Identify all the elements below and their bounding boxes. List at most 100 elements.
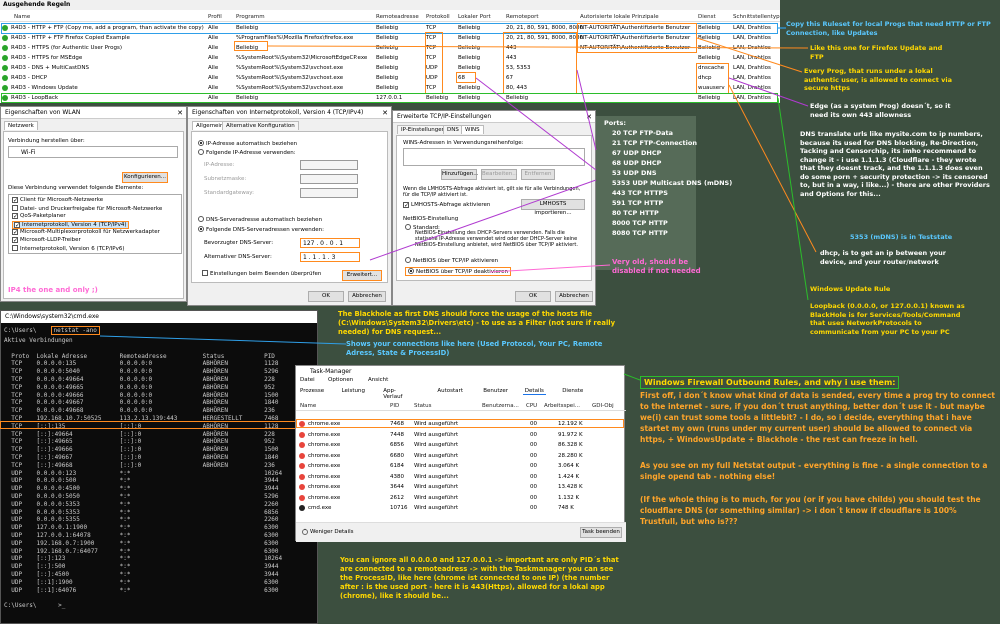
rule-cell: Alle — [208, 35, 219, 41]
tm-col-cpu[interactable]: CPU — [526, 401, 537, 411]
fewer-details[interactable]: ˄ Weniger Details — [302, 529, 353, 535]
col-service[interactable]: Dienst — [698, 12, 716, 22]
pref-dns-field[interactable]: 127 . 0 . 0 . 1 — [300, 238, 360, 248]
menu-item[interactable]: Datei — [300, 377, 315, 383]
col-principals[interactable]: Autorisierte lokale Prinzipale — [580, 12, 659, 22]
gateway-field[interactable] — [300, 188, 358, 198]
table-row[interactable]: R4D3 - HTTPS for MSEdge Alle %SystemRoot%\… — [0, 54, 780, 63]
tm-col-memory[interactable]: Arbeitsspei... — [544, 401, 580, 411]
element-item[interactable]: Datei- und Druckerfreigabe für Microsoft… — [12, 205, 162, 212]
tm-col-user[interactable]: Benutzerna... — [482, 401, 519, 411]
advanced-button[interactable]: Erweitert... — [342, 270, 382, 281]
close-icon[interactable]: ✕ — [586, 111, 592, 123]
close-icon[interactable]: ✕ — [177, 107, 183, 119]
end-task-button[interactable]: Task beenden — [580, 527, 622, 538]
validate-checkbox[interactable]: Einstellungen beim Beenden überprüfen — [202, 270, 321, 277]
tab-leistung[interactable]: Leistung — [340, 388, 367, 394]
configure-button[interactable]: Konfigurieren... — [122, 172, 168, 183]
remove-button[interactable]: Entfernen — [521, 169, 555, 180]
process-cell: 1.424 K — [558, 473, 580, 480]
port-item: 80 TCP HTTP — [612, 209, 659, 217]
element-item[interactable]: Internetprotokoll, Version 6 (TCP/IPv6) — [12, 245, 125, 252]
col-name[interactable]: Name — [14, 12, 30, 22]
tab-dienste[interactable]: Dienste — [560, 388, 585, 394]
col-program[interactable]: Programm — [236, 12, 265, 22]
tab-wins[interactable]: WINS — [461, 125, 484, 134]
process-row[interactable]: chrome.exe 7448 Wird ausgeführt 00 91.972 K — [296, 431, 626, 440]
add-button[interactable]: Hinzufügen... — [441, 169, 479, 180]
note-ipv4: IP4 the one and only ;) — [8, 286, 98, 294]
element-item[interactable]: ✓ Client für Microsoft-Netzwerke — [12, 197, 103, 204]
alt-dns-field[interactable]: 1 . 1 . 1 . 3 — [300, 252, 360, 262]
ok-button[interactable]: OK — [308, 291, 344, 302]
radio-disable-netbios[interactable]: NetBIOS über TCP/IP deaktivieren — [405, 267, 512, 276]
tm-col-pid[interactable]: PID — [390, 401, 399, 411]
process-row[interactable]: chrome.exe 6184 Wird ausgeführt 00 3.064 K — [296, 462, 626, 471]
cmd-line: TCP 0.0.0.0:49664 0.0.0.0:0 ABHÖREN 228 — [4, 376, 275, 383]
col-profile[interactable]: Profil — [208, 12, 222, 22]
ok-button[interactable]: OK — [515, 291, 551, 302]
table-row[interactable]: R4D3 - Windows Update Alle %SystemRoot%\Sy… — [0, 84, 780, 93]
tab-dns[interactable]: DNS — [443, 125, 463, 134]
col-interface[interactable]: Schnittstellentyp — [733, 12, 780, 22]
radio-auto-dns[interactable]: DNS-Serveradresse automatisch beziehen — [198, 216, 322, 223]
highlight-protocol — [425, 32, 443, 94]
lmhosts-checkbox[interactable]: ✓ LMHOSTS-Abfrage aktivieren — [403, 202, 490, 209]
note-every-prog: Every Prog, that runs under a lokal auth… — [804, 67, 953, 92]
element-item[interactable]: ✓ Microsoft-LLDP-Treiber — [12, 237, 81, 244]
ip-field[interactable] — [300, 160, 358, 170]
process-row[interactable]: cmd.exe 10716 Wird ausgeführt 00 748 K — [296, 504, 626, 513]
cmd-line: TCP [::]:49664 [::]:0 ABHÖREN 228 — [4, 430, 275, 438]
table-row[interactable]: R4D3 - DNS + MultiCastDNS Alle %SystemRoot… — [0, 64, 780, 73]
tm-col-status[interactable]: Status — [414, 401, 432, 411]
col-local-port[interactable]: Lokaler Port — [458, 12, 491, 22]
process-row[interactable]: chrome.exe 2612 Wird ausgeführt 00 1.132 K — [296, 494, 626, 503]
element-item[interactable]: ✓ QoS-Paketplaner — [12, 213, 66, 220]
element-item[interactable]: ✓ Internetprotokoll, Version 4 (TCP/IPv4) — [12, 221, 129, 229]
col-remote-address[interactable]: Remoteadresse — [376, 12, 419, 22]
element-item[interactable]: ✓ Microsoft-Multiplexorprotokoll für Netz… — [12, 229, 160, 236]
tab-ip-settings[interactable]: IP-Einstellungen — [397, 125, 450, 134]
cmd-command[interactable]: netstat -ano — [50, 326, 100, 335]
process-row[interactable]: chrome.exe 6680 Wird ausgeführt 00 28.280 K — [296, 452, 626, 461]
tab-network[interactable]: Netzwerk — [4, 121, 38, 130]
cmd-line: UDP [::1]:1900 *:* 6300 — [4, 578, 279, 586]
radio-enable-netbios[interactable]: NetBIOS über TCP/IP aktivieren — [405, 257, 498, 264]
cancel-button[interactable]: Abbrechen — [348, 291, 386, 302]
tab-autostart[interactable]: Autostart — [435, 388, 465, 394]
cmd-line: UDP 127.0.0.1:1900 *:* 6300 — [4, 524, 279, 532]
tm-col-name[interactable]: Name — [300, 401, 316, 411]
process-row[interactable]: chrome.exe 6856 Wird ausgeführt 00 86.328 K — [296, 441, 626, 450]
radio-use-dns[interactable]: Folgende DNS-Serveradressen verwenden: — [198, 226, 324, 233]
edit-button[interactable]: Bearbeiten... — [481, 169, 517, 180]
mask-field[interactable] — [300, 174, 358, 184]
cancel-button[interactable]: Abbrechen — [555, 291, 593, 302]
close-icon[interactable]: ✕ — [382, 107, 388, 119]
wins-list[interactable] — [403, 148, 585, 166]
menu-item[interactable]: Optionen — [328, 377, 353, 383]
col-protocol[interactable]: Protokoll — [426, 12, 450, 22]
chrome-icon — [299, 484, 305, 490]
tab-details[interactable]: Details — [522, 388, 546, 395]
process-row[interactable]: chrome.exe 4380 Wird ausgeführt 00 1.424 K — [296, 473, 626, 482]
checkbox-icon: ✓ — [12, 197, 19, 204]
radio-use-ip[interactable]: Folgende IP-Adresse verwenden: — [198, 149, 296, 156]
note-netstat: Shows your connections like here (Used P… — [346, 340, 603, 357]
lmhosts-import-button[interactable]: LMHOSTS importieren... — [521, 199, 585, 216]
checkbox-icon — [12, 245, 18, 251]
radio-auto-ip[interactable]: IP-Adresse automatisch beziehen — [198, 140, 297, 147]
tm-col-gdi[interactable]: GDI-Obj — [592, 401, 614, 411]
col-remote-port[interactable]: Remoteport — [506, 12, 539, 22]
process-row[interactable]: chrome.exe 3644 Wird ausgeführt 00 13.428 K — [296, 483, 626, 492]
tab-alternative[interactable]: Alternative Konfiguration — [222, 121, 299, 130]
tab-benutzer[interactable]: Benutzer — [481, 388, 510, 394]
rule-cell: LAN, Drahtlos — [733, 85, 771, 91]
tab-prozesse[interactable]: Prozesse — [298, 388, 326, 394]
tab-app-verlauf[interactable]: App-Verlauf — [381, 388, 404, 400]
process-cell: chrome.exe — [308, 473, 341, 480]
rule-cell: Beliebig — [698, 35, 721, 41]
rule-cell: Beliebig — [376, 65, 399, 71]
auto-ip-label: IP-Adresse automatisch beziehen — [206, 141, 298, 147]
table-row[interactable]: R4D3 - DHCP Alle %SystemRoot%\System32\svc… — [0, 74, 780, 83]
menu-item[interactable]: Ansicht — [368, 377, 388, 383]
